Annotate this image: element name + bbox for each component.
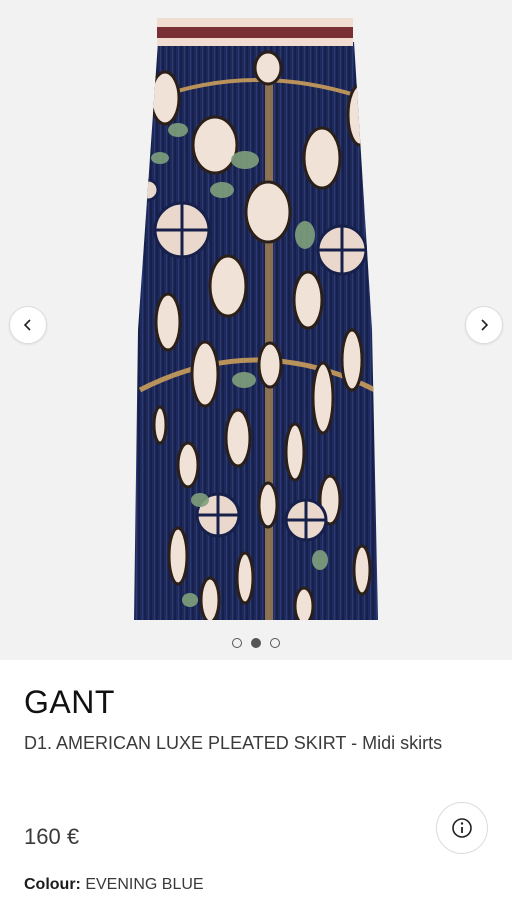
chevron-left-icon [23, 319, 31, 331]
gallery-dot-2[interactable] [251, 638, 261, 648]
colour-value: EVENING BLUE [85, 876, 204, 893]
next-image-button[interactable] [465, 306, 503, 344]
info-icon [452, 818, 472, 838]
product-info: GANT D1. AMERICAN LUXE PLEATED SKIRT - M… [0, 660, 512, 900]
gallery-dot-3[interactable] [270, 638, 280, 648]
previous-image-button[interactable] [9, 306, 47, 344]
product-image[interactable] [0, 0, 512, 660]
product-price: 160 € [24, 824, 80, 849]
chevron-right-icon [481, 319, 489, 331]
product-image-gallery[interactable] [0, 0, 512, 660]
gallery-pagination [0, 638, 512, 648]
colour-row: Colour: EVENING BLUE [24, 876, 204, 894]
price-info-button[interactable] [436, 802, 488, 854]
colour-label: Colour: [24, 876, 81, 893]
brand-name[interactable]: GANT [24, 684, 115, 721]
gallery-dot-1[interactable] [232, 638, 242, 648]
product-title: D1. AMERICAN LUXE PLEATED SKIRT - Midi s… [24, 733, 443, 753]
